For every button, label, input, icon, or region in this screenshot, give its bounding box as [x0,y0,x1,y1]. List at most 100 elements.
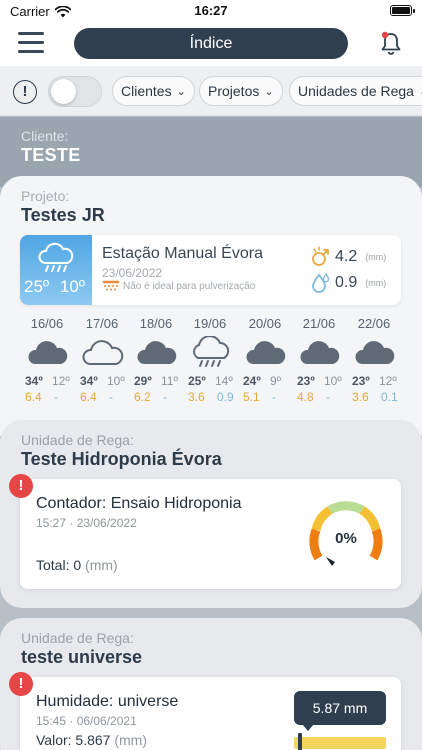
forecast-evapo: 4.8 [297,390,314,404]
forecast-temp-max: 23º [297,374,315,388]
humidity-title: Humidade: universe [36,693,179,710]
forecast-day: 22/06 23º 12º 3.6 0.1 [347,316,401,406]
bell-icon[interactable] [378,30,404,58]
current-temp-max: 25º [24,277,50,296]
humidity-value: Valor: 5.867 [36,732,111,748]
forecast-rain: - [272,390,276,404]
page-title: Índice [74,28,348,59]
rain-drop-icon [312,272,330,293]
nav-bar: Índice [0,22,422,66]
forecast-rain: - [109,390,113,404]
forecast-evapo: 6.2 [134,390,151,404]
humidity-timestamp: 15:45 · 06/06/2021 [36,714,137,728]
forecast-temp-min: 12º [379,374,397,388]
chevron-down-icon: ⌄ [176,86,186,98]
projects-filter-label: Projetos [208,83,260,99]
client-caption: Cliente: [21,128,69,144]
forecast-day: 18/06 29º 11º 6.2 - [129,316,183,406]
forecast-temp-min: 10º [107,374,125,388]
rain-unit: (mm) [365,278,387,288]
forecast-day: 21/06 23º 10º 4.8 - [292,316,346,406]
forecast-rain: - [163,390,167,404]
irrigation-units-filter-label: Unidades de Rega [298,83,414,99]
forecast-temp-min: 11º [161,374,178,388]
forecast-temp-min: 9º [270,374,282,388]
forecast-date: 17/06 [85,316,119,331]
forecast-date: 22/06 [357,316,391,331]
forecast-day: 17/06 34º 10º 6.4 - [75,316,129,406]
counter-total: Total: 0 [36,557,82,573]
irrigation-units-filter-dropdown[interactable]: Unidades de Rega⌄ [289,76,422,106]
rain-cloud-icon [38,242,74,272]
irrigation-unit-caption: Unidade de Rega: [21,630,134,646]
cloud-outline-icon [82,340,124,365]
forecast-temp-max: 25º [188,374,206,388]
value-tooltip: 5.87 mm [294,691,386,731]
forecast-date: 19/06 [193,316,227,331]
irrigation-unit-section: Unidade de Rega: teste universe ! Humida… [0,618,422,750]
level-marker [298,733,302,750]
clients-filter-dropdown[interactable]: Clientes ⌄ [112,76,195,106]
spray-warning-text: Não é ideal para pulverização [123,280,256,292]
counter-total-unit: (mm) [85,557,118,573]
warning-icon: ! [9,474,33,498]
alert-filter-icon: ! [13,80,37,104]
forecast-temp-min: 12º [52,374,70,388]
forecast-evapo: 6.4 [80,390,97,404]
weekly-forecast: 16/06 34º 12º 6.4 - 17/06 34º 10º 6.4 - … [20,316,401,406]
forecast-date: 16/06 [30,316,64,331]
forecast-rain: 0.1 [381,390,398,404]
forecast-temp-min: 14º [215,374,233,388]
forecast-day: 16/06 34º 12º 6.4 - [20,316,74,406]
counter-card[interactable]: Contador: Ensaio Hidroponia 15:27 · 23/0… [20,479,401,589]
forecast-day: 19/06 25º 14º 3.6 0.9 [183,316,237,406]
hamburger-menu-icon[interactable] [18,30,46,56]
spray-warning-icon [102,280,120,291]
forecast-evapo: 3.6 [352,390,369,404]
filter-bar: ! Clientes ⌄ Projetos ⌄ Unidades de Rega⌄ [0,66,422,116]
warning-icon: ! [9,672,33,696]
projects-filter-dropdown[interactable]: Projetos ⌄ [199,76,283,106]
forecast-evapo: 5.1 [243,390,260,404]
counter-timestamp: 15:27 · 23/06/2022 [36,516,137,530]
forecast-date: 20/06 [248,316,282,331]
cloud-icon [28,341,68,364]
forecast-temp-min: 10º [324,374,342,388]
forecast-date: 18/06 [139,316,173,331]
forecast-temp-max: 34º [80,374,98,388]
rain-value: 0.9 [335,274,358,291]
rain-cloud-icon [193,336,230,367]
station-date: 23/06/2022 [102,266,163,280]
forecast-rain: - [54,390,58,404]
evapotranspiration-icon [312,246,329,266]
forecast-evapo: 3.6 [188,390,205,404]
irrigation-unit-name: Teste Hidroponia Évora [21,449,222,469]
alert-filter-toggle[interactable] [48,76,102,107]
forecast-temp-max: 24º [243,374,261,388]
forecast-evapo: 6.4 [25,390,42,404]
forecast-date: 21/06 [302,316,336,331]
forecast-temp-max: 29º [134,374,152,388]
forecast-temp-max: 23º [352,374,370,388]
forecast-day: 20/06 24º 9º 5.1 - [238,316,292,406]
cloud-icon [355,341,395,364]
irrigation-unit-section: Unidade de Rega: Teste Hidroponia Évora … [0,420,422,608]
humidity-value-unit: (mm) [114,732,148,748]
project-section: Projeto: Testes JR 25º 10º Estação Manua… [0,176,422,436]
weather-station-card[interactable]: 25º 10º Estação Manual Évora 23/06/2022 … [20,235,401,305]
irrigation-unit-caption: Unidade de Rega: [21,432,134,448]
client-name: TESTE [21,145,81,165]
project-caption: Projeto: [21,188,70,204]
irrigation-unit-name: teste universe [21,647,143,667]
project-name: Testes JR [21,205,105,225]
station-name: Estação Manual Évora [102,245,263,262]
status-bar: Carrier 16:27 [0,0,422,22]
gauge-percent-label: 0% [335,530,357,547]
humidity-card[interactable]: Humidade: universe 15:45 · 06/06/2021 Va… [20,677,401,750]
chevron-down-icon: ⌄ [264,86,274,98]
evapotranspiration-unit: (mm) [365,252,387,262]
forecast-rain: - [326,390,330,404]
forecast-rain: 0.9 [217,390,234,404]
cloud-icon [300,341,340,364]
forecast-temp-max: 34º [25,374,43,388]
